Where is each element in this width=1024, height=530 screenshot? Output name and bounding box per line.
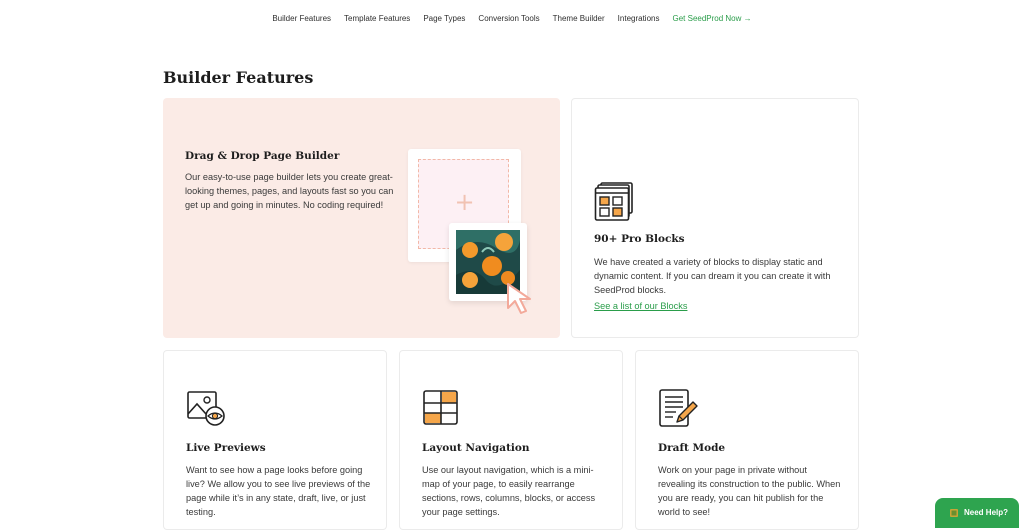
nav-builder-features[interactable]: Builder Features — [272, 11, 331, 27]
drag-drop-builder-card: Drag & Drop Page Builder Our easy-to-use… — [163, 98, 560, 338]
card-description: Work on your page in private without rev… — [658, 465, 841, 517]
see-blocks-link[interactable]: See a list of our Blocks — [594, 301, 687, 311]
top-navigation: Builder Features Template Features Page … — [0, 11, 1024, 27]
cursor-icon — [507, 283, 531, 314]
nav-page-types[interactable]: Page Types — [423, 11, 465, 27]
pro-blocks-card: 90+ Pro Blocks We have created a variety… — [571, 98, 859, 338]
image-preview-eye-icon — [187, 391, 225, 426]
nav-get-seedprod-cta[interactable]: Get SeedProd Now → — [672, 11, 751, 27]
need-help-label: Need Help? — [964, 508, 1009, 517]
card-description: Use our layout navigation, which is a mi… — [422, 465, 596, 517]
live-previews-card: Live Previews Want to see how a page loo… — [163, 350, 387, 530]
nav-integrations[interactable]: Integrations — [618, 11, 660, 27]
layout-grid-icon — [423, 390, 458, 425]
card-title: Live Previews — [186, 442, 266, 454]
layout-navigation-card: Layout Navigation Use our layout navigat… — [399, 350, 623, 530]
card-title: Layout Navigation — [422, 442, 530, 454]
nav-theme-builder[interactable]: Theme Builder — [553, 11, 605, 27]
need-help-button[interactable]: Need Help? — [935, 498, 1019, 528]
card-description: We have created a variety of blocks to d… — [594, 257, 831, 295]
section-title: Builder Features — [163, 68, 314, 87]
card-description: Want to see how a page looks before goin… — [186, 465, 371, 517]
document-pencil-icon — [659, 389, 698, 427]
card-description: Our easy-to-use page builder lets you cr… — [185, 172, 394, 210]
card-title: Draft Mode — [658, 442, 726, 454]
blocks-grid-icon — [594, 182, 633, 221]
card-title: Drag & Drop Page Builder — [185, 150, 340, 162]
book-icon — [950, 509, 958, 517]
plus-icon: + — [454, 188, 475, 216]
card-title: 90+ Pro Blocks — [594, 233, 685, 245]
draft-mode-card: Draft Mode Work on your page in private … — [635, 350, 859, 530]
nav-conversion-tools[interactable]: Conversion Tools — [478, 11, 539, 27]
nav-template-features[interactable]: Template Features — [344, 11, 410, 27]
